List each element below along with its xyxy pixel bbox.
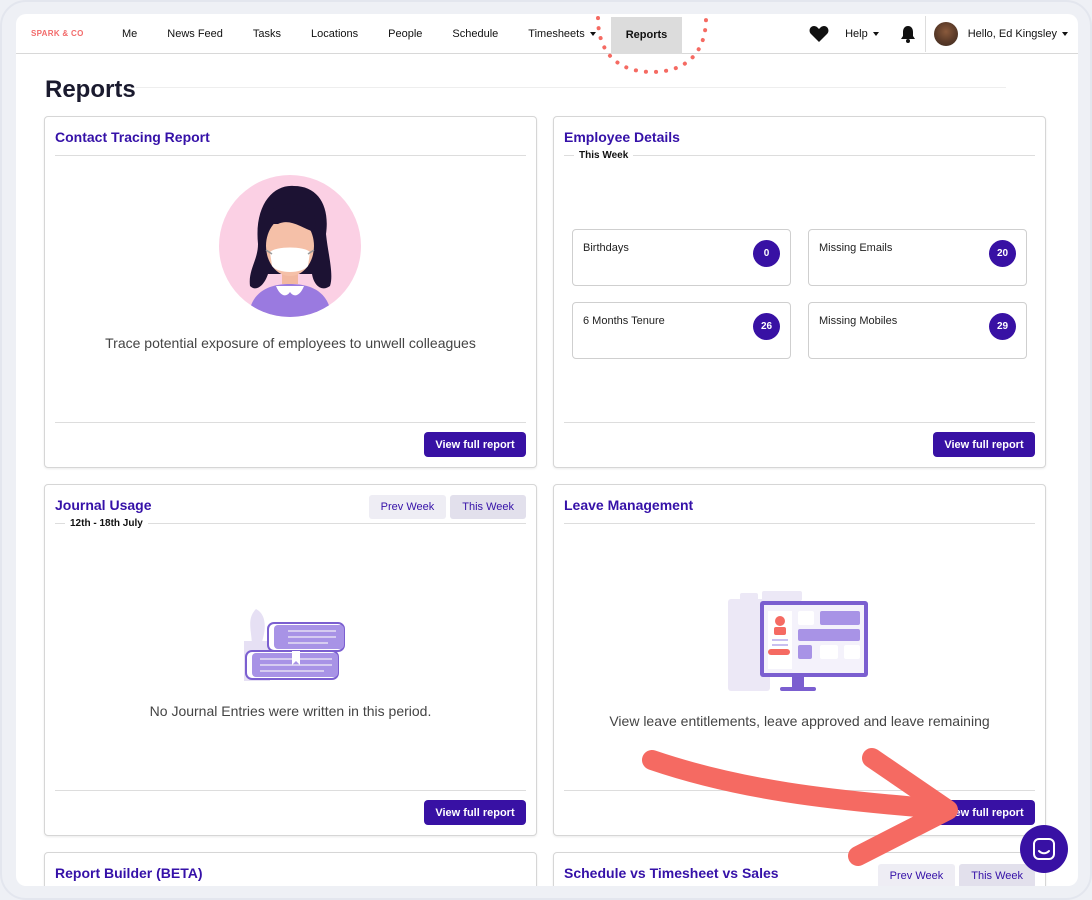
brand-logo[interactable]: SPARK & CO <box>31 29 107 38</box>
card-title: Leave Management <box>564 497 694 513</box>
empty-state-text: No Journal Entries were written in this … <box>149 703 432 719</box>
prev-week-button[interactable]: Prev Week <box>368 495 447 519</box>
masked-person-illustration <box>219 175 361 317</box>
bell-icon[interactable] <box>899 25 917 43</box>
chevron-down-icon <box>872 31 879 36</box>
view-full-report-button[interactable]: View full report <box>424 800 526 825</box>
this-week-button[interactable]: This Week <box>959 864 1035 886</box>
card-journal-usage: Journal Usage 12th - 18th July Prev Week… <box>44 484 537 836</box>
stat-missing-mobiles[interactable]: Missing Mobiles 29 <box>808 302 1027 359</box>
title-divider <box>136 87 1006 88</box>
card-footer-divider <box>55 790 526 791</box>
stat-count-badge: 20 <box>989 240 1016 267</box>
card-description: View leave entitlements, leave approved … <box>609 713 990 729</box>
card-title: Report Builder (BETA) <box>55 865 203 881</box>
app-window: SPARK & CO Me News Feed Tasks Locations … <box>16 14 1078 886</box>
stat-label: Birthdays <box>583 242 629 254</box>
card-title: Contact Tracing Report <box>55 129 210 145</box>
stat-count-badge: 29 <box>989 313 1016 340</box>
stat-birthdays[interactable]: Birthdays 0 <box>572 229 791 286</box>
chevron-down-icon <box>1062 31 1068 36</box>
this-week-button[interactable]: This Week <box>450 495 526 519</box>
avatar[interactable] <box>933 21 958 46</box>
stat-missing-emails[interactable]: Missing Emails 20 <box>808 229 1027 286</box>
nav-right: Help Hello, Ed Kingsley <box>809 14 1078 54</box>
chevron-down-icon <box>589 31 596 36</box>
nav-item-timesheets[interactable]: Timesheets <box>513 14 610 54</box>
leave-dashboard-illustration <box>728 591 868 691</box>
view-full-report-button[interactable]: View full report <box>933 800 1035 825</box>
card-footer-divider <box>564 790 1035 791</box>
view-full-report-button[interactable]: View full report <box>424 432 526 457</box>
nav-item-news-feed[interactable]: News Feed <box>152 14 238 54</box>
help-label: Help <box>845 27 868 40</box>
prev-week-button[interactable]: Prev Week <box>877 864 956 886</box>
card-footer-divider <box>564 422 1035 423</box>
nav-item-me[interactable]: Me <box>107 14 152 54</box>
stat-label: Missing Emails <box>819 242 893 254</box>
heart-icon[interactable] <box>809 25 829 43</box>
week-toggle: Prev Week This Week <box>877 864 1035 886</box>
card-divider <box>564 523 1035 524</box>
stat-label: 6 Months Tenure <box>583 315 665 327</box>
card-footer-divider <box>55 422 526 423</box>
card-contact-tracing: Contact Tracing Report Trace potential e… <box>44 116 537 468</box>
user-greeting: Hello, Ed Kingsley <box>967 27 1057 40</box>
nav-item-reports[interactable]: Reports <box>610 16 683 54</box>
card-title: Schedule vs Timesheet vs Sales <box>564 865 779 881</box>
user-menu[interactable]: Hello, Ed Kingsley <box>968 14 1078 54</box>
help-menu[interactable]: Help <box>845 14 885 54</box>
period-label: 12th - 18th July <box>65 518 148 529</box>
stat-count-badge: 0 <box>753 240 780 267</box>
week-toggle: Prev Week This Week <box>368 495 526 519</box>
card-leave-management: Leave Management View leave entitlements… <box>553 484 1046 836</box>
nav-item-tasks[interactable]: Tasks <box>238 14 296 54</box>
nav-item-timesheets-label: Timesheets <box>528 27 585 40</box>
books-icon <box>244 609 345 681</box>
nav-divider <box>924 15 926 52</box>
chat-launcher-button[interactable] <box>1020 825 1068 873</box>
view-full-report-button[interactable]: View full report <box>933 432 1035 457</box>
card-employee-details: Employee Details This Week Birthdays 0 M… <box>553 116 1046 468</box>
nav-item-people[interactable]: People <box>373 14 437 54</box>
stat-label: Missing Mobiles <box>819 315 898 327</box>
card-divider <box>55 155 526 156</box>
card-title: Journal Usage <box>55 497 152 513</box>
page-title: Reports <box>45 76 136 103</box>
chat-icon <box>1033 838 1055 860</box>
period-label: This Week <box>574 150 634 161</box>
stat-six-months-tenure[interactable]: 6 Months Tenure 26 <box>572 302 791 359</box>
stat-count-badge: 26 <box>753 313 780 340</box>
top-nav: SPARK & CO Me News Feed Tasks Locations … <box>16 14 1078 54</box>
card-report-builder: Report Builder (BETA) <box>44 852 537 886</box>
card-description: Trace potential exposure of employees to… <box>105 335 476 351</box>
nav-item-schedule[interactable]: Schedule <box>437 14 513 54</box>
card-title: Employee Details <box>564 129 680 145</box>
card-divider <box>564 155 1035 156</box>
card-schedule-vs-timesheet: Schedule vs Timesheet vs Sales Prev Week… <box>553 852 1046 886</box>
nav-item-locations[interactable]: Locations <box>296 14 373 54</box>
